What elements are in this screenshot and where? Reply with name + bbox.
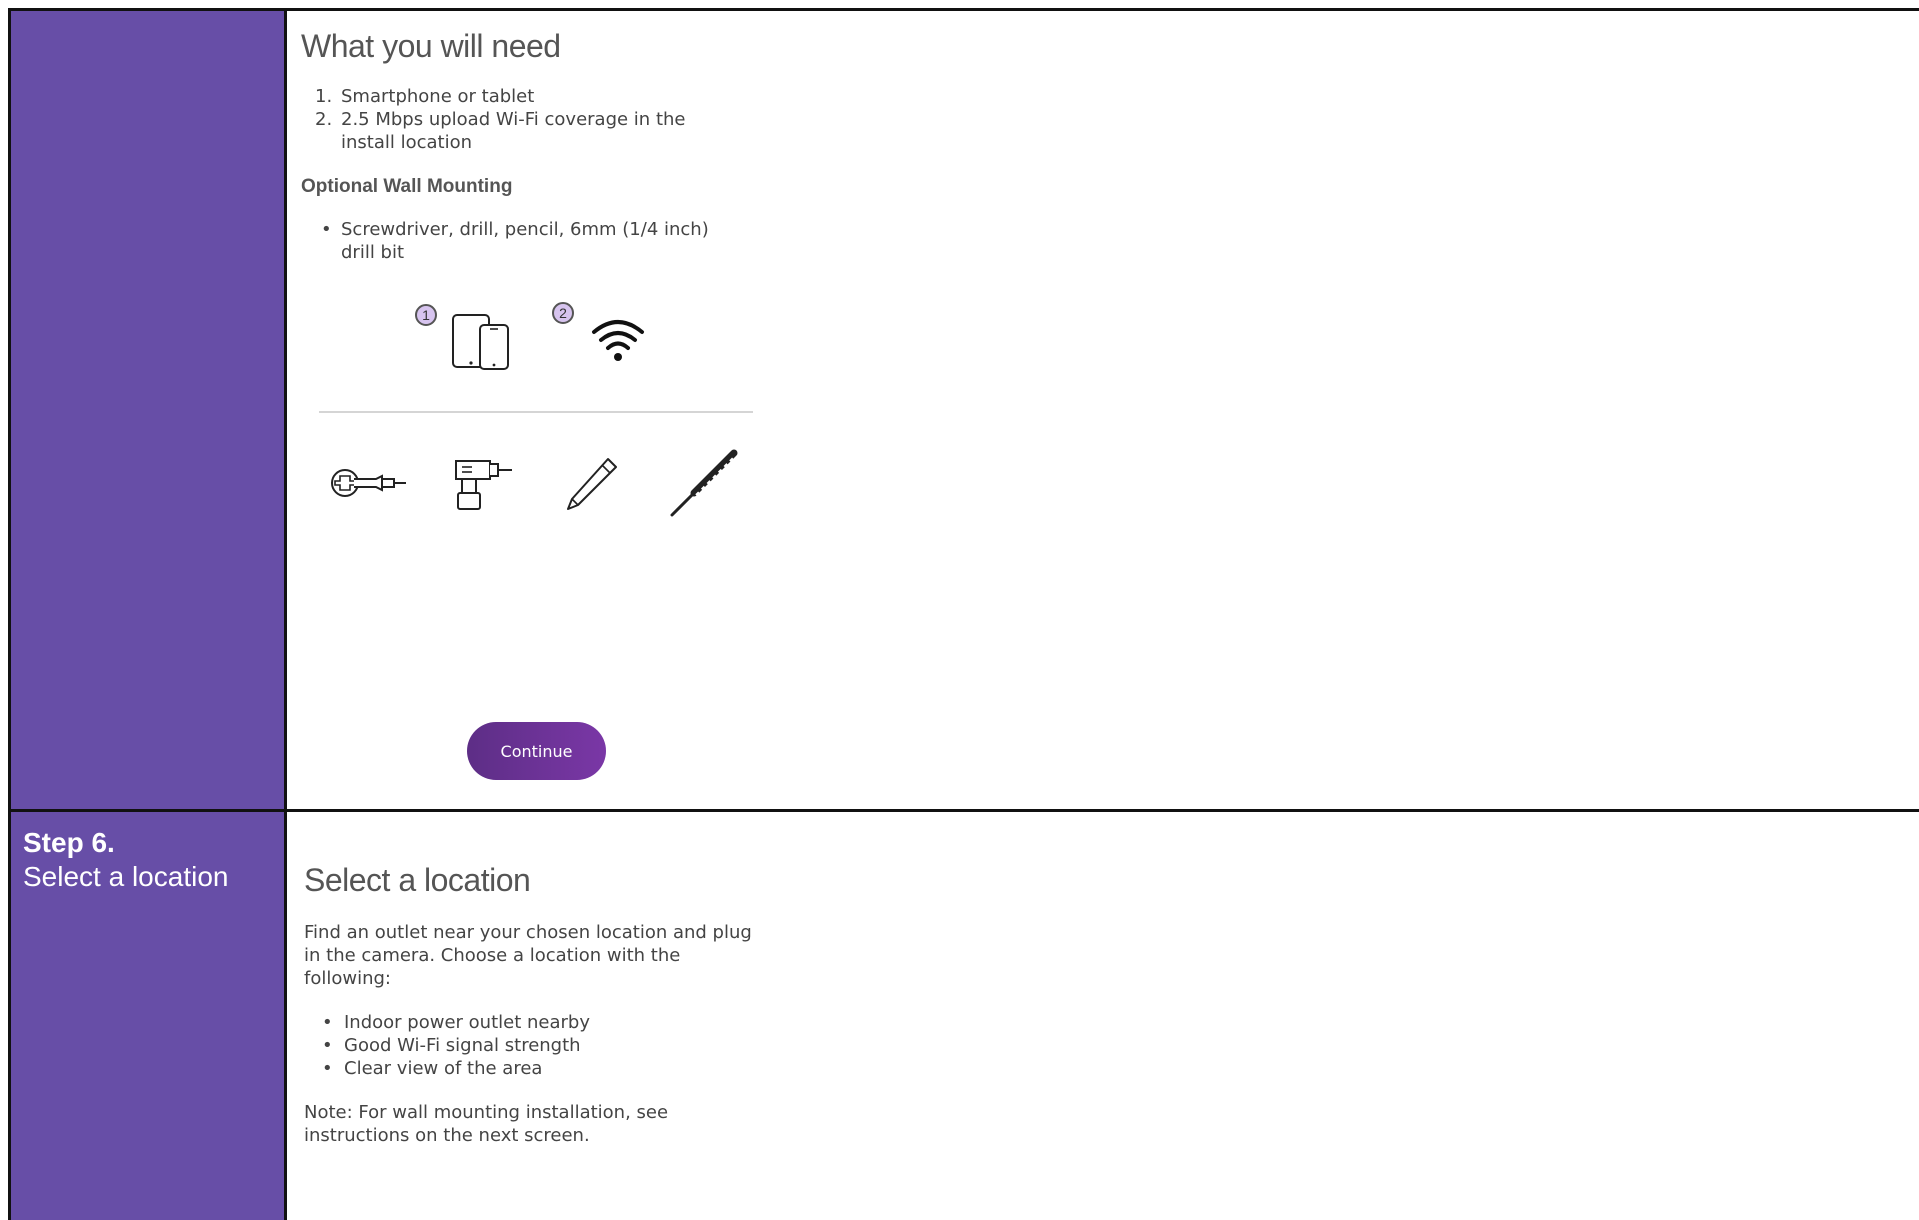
badge-2: 2 [552, 302, 574, 324]
instructions-table: Step 6. Select a location [8, 8, 1919, 1220]
drill-bit-icon [668, 449, 738, 524]
panel-title: What you will need [301, 28, 561, 64]
list-item-text: Clear view of the area [344, 1058, 543, 1079]
step-label: Step 6. Select a location [23, 826, 228, 894]
drill-icon [452, 457, 516, 518]
list-item: • Screwdriver, drill, pencil, 6mm (1/4 in… [301, 218, 721, 264]
devices-icon [450, 310, 512, 377]
list-item: 1. Smartphone or tablet [301, 85, 721, 108]
step-name: Select a location [23, 861, 229, 892]
list-item: • Good Wi-Fi signal strength [304, 1034, 774, 1057]
screwdriver-icon [328, 462, 410, 509]
needs-list: 1. Smartphone or tablet 2. 2.5 Mbps upload… [301, 85, 721, 154]
optional-list: • Screwdriver, drill, pencil, 6mm (1/4 in… [301, 218, 721, 264]
list-item: 2. 2.5 Mbps upload Wi-Fi coverage in the … [301, 108, 721, 154]
list-marker: 1. [315, 86, 333, 107]
badge-1: 1 [415, 304, 437, 326]
optional-heading: Optional Wall Mounting [301, 176, 513, 197]
step-number: Step 6. [23, 827, 115, 858]
wifi-icon [590, 318, 646, 369]
list-marker: • [322, 1012, 333, 1033]
list-item: • Clear view of the area [304, 1057, 774, 1080]
criteria-list: • Indoor power outlet nearby • Good Wi-Fi … [304, 1011, 774, 1080]
pencil-icon [562, 455, 622, 520]
list-item-text: Good Wi-Fi signal strength [344, 1035, 581, 1056]
list-item-text: 2.5 Mbps upload Wi-Fi coverage in the in… [341, 109, 686, 153]
list-marker: • [322, 1035, 333, 1056]
location-panel: Select a location Find an outlet near yo… [304, 862, 774, 1147]
tools-divider [319, 411, 753, 413]
list-item-text: Indoor power outlet nearby [344, 1012, 590, 1033]
step-column [11, 11, 287, 1220]
panel-title: Select a location [304, 862, 531, 898]
list-item-text: Smartphone or tablet [341, 86, 535, 107]
list-item-text: Screwdriver, drill, pencil, 6mm (1/4 inc… [341, 219, 709, 263]
list-item: • Indoor power outlet nearby [304, 1011, 774, 1034]
requirements-panel: What you will need 1. Smartphone or table… [301, 22, 761, 264]
note-text: Note: For wall mounting installation, se… [304, 1102, 669, 1146]
list-marker: • [322, 1058, 333, 1079]
intro-text: Find an outlet near your chosen location… [304, 922, 752, 989]
row-divider [11, 809, 1919, 812]
continue-button[interactable]: Continue [467, 722, 606, 780]
list-marker: • [321, 219, 332, 240]
list-marker: 2. [315, 109, 333, 130]
